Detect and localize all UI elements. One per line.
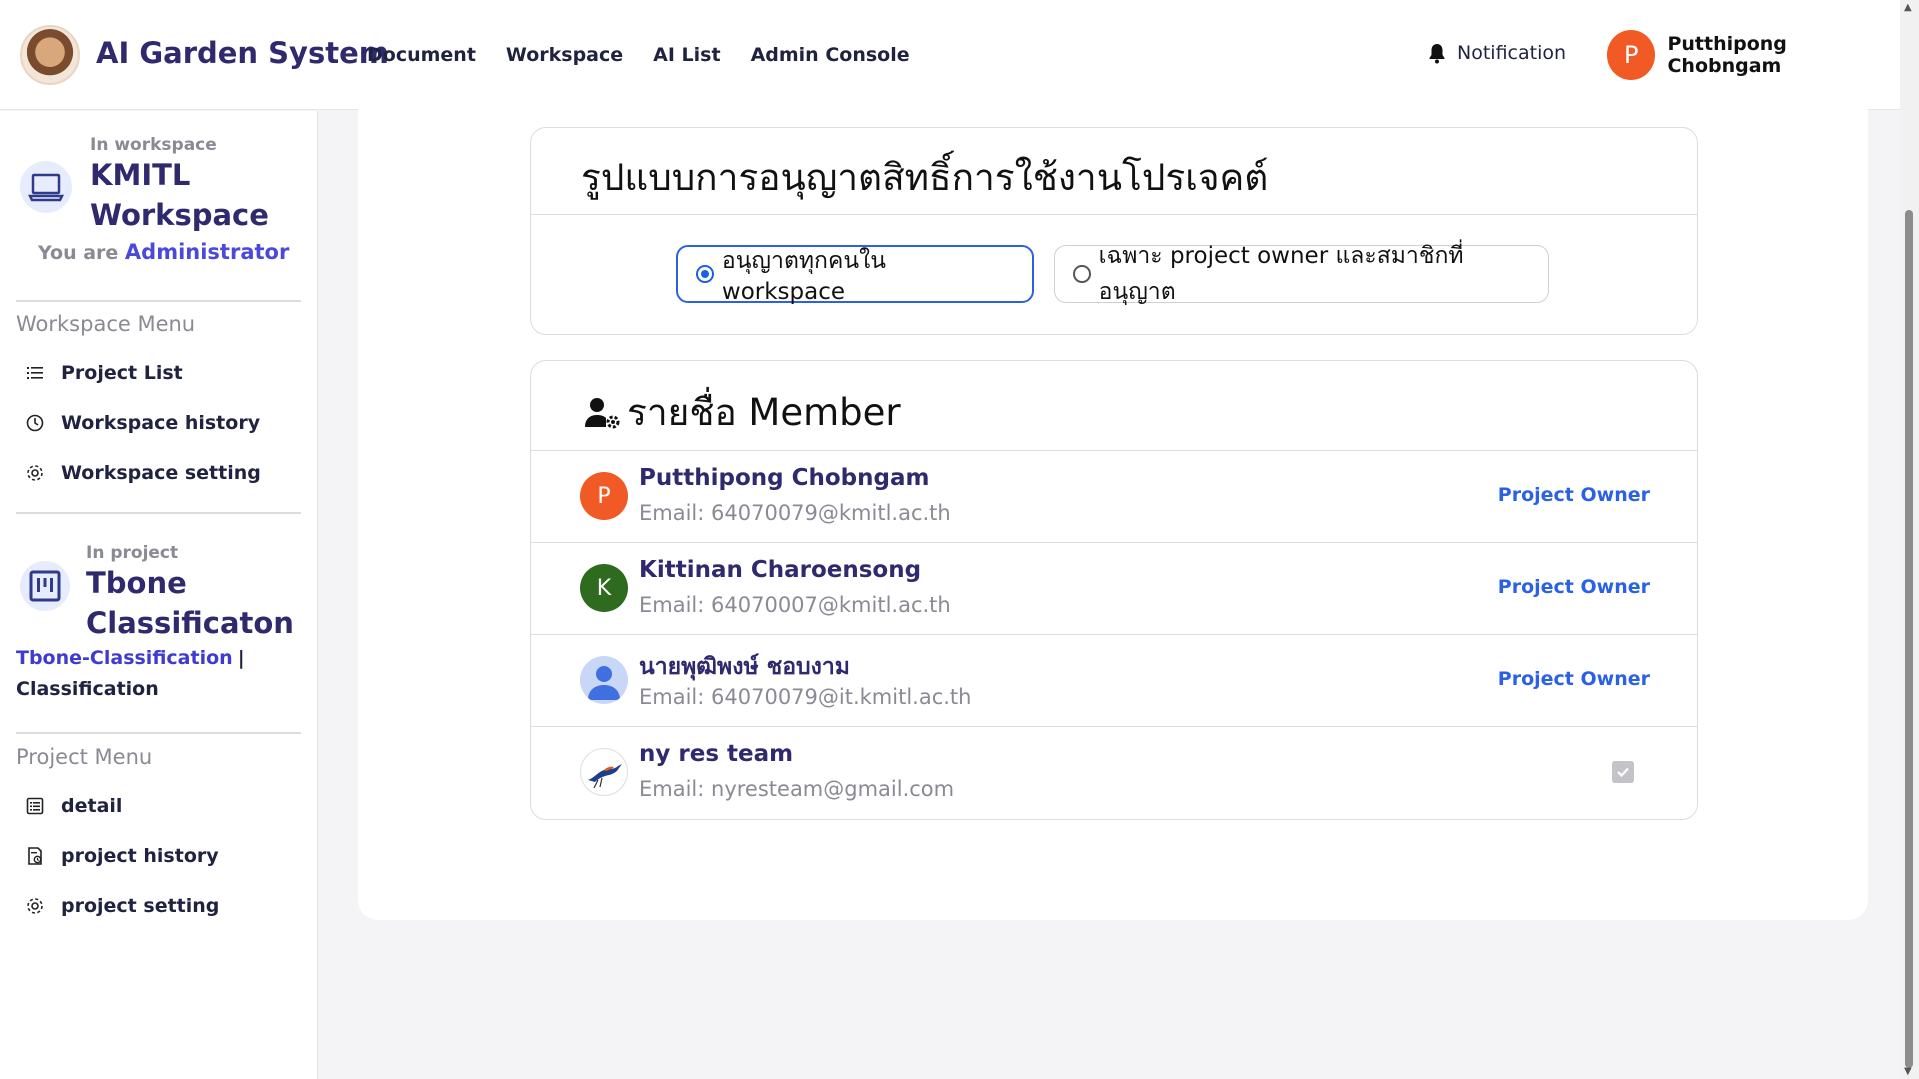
project-type: Classification [16,678,159,700]
nav-ai-list[interactable]: AI List [653,44,720,66]
table-row: P Putthipong Chobngam Email: 64070079@km… [530,450,1698,542]
top-navbar: AI Garden System Document Workspace AI L… [0,0,1900,110]
member-name: นายพุฒิพงษ์ ชอบงาม [639,654,850,680]
member-role[interactable]: Project Owner [1498,484,1650,506]
workspace-caption: In workspace [90,135,217,155]
project-icon [20,561,70,611]
nav-workspace[interactable]: Workspace [506,44,623,66]
members-title: รายชื่อ Member [627,391,901,434]
project-link[interactable]: Tbone-Classification [16,647,233,669]
divider [16,732,301,734]
avatar [580,656,628,704]
permission-option-restricted[interactable]: เฉพาะ project owner และสมาชิกที่อนุญาต [1054,243,1549,305]
sidebar-item-detail[interactable]: detail [25,795,122,817]
member-email: Email: nyresteam@gmail.com [639,777,955,801]
notification-label: Notification [1457,42,1567,64]
default-user-icon [588,666,620,700]
permission-title: รูปแบบการอนุญาตสิทธิ์การใช้งานโปรเจคต์ [581,156,1269,199]
project-caption: In project [86,543,179,563]
bird-icon [588,764,622,789]
scroll-down-icon[interactable]: ▼ [1904,1066,1912,1077]
workspace-menu-title: Workspace Menu [16,312,196,336]
sidebar-item-workspace-setting[interactable]: Workspace setting [25,462,261,484]
user-name[interactable]: Putthipong Chobngam [1667,33,1900,77]
main-nav: Document Workspace AI List Admin Console [367,44,910,66]
radio-unselected[interactable] [1073,265,1091,283]
avatar [580,748,628,796]
table-row: K Kittinan Charoensong Email: 64070007@k… [530,542,1698,634]
workspace-name: KMITL Workspace [90,158,269,232]
table-row: นายพุฒิพงษ์ ชอบงาม Email: 64070079@it.km… [530,634,1698,726]
project-path: Tbone-Classification | Classification [16,647,245,700]
nav-admin-console[interactable]: Admin Console [751,44,910,66]
app-title[interactable]: AI Garden System [96,36,389,70]
list-icon [27,367,43,379]
permission-option-all[interactable]: อนุญาตทุกคนใน workspace [676,245,1034,305]
app-logo[interactable] [20,25,80,85]
user-gear-icon [585,397,620,428]
check-icon [1617,767,1629,778]
sidebar: In workspace KMITL Workspace You are Admi… [0,111,318,1079]
member-role[interactable]: Project Owner [1498,576,1650,598]
gear-icon [27,465,43,481]
project-name: Tbone Classificaton [86,566,294,640]
project-menu-title: Project Menu [16,745,153,769]
sidebar-item-project-history[interactable]: project history [25,845,219,867]
table-row: ny res team Email: nyresteam@gmail.com [530,726,1698,820]
member-name: Kittinan Charoensong [639,557,922,583]
laptop-icon [28,173,64,202]
detail-icon [26,797,44,815]
role-line: You are Administrator [38,240,290,264]
bell-icon [1429,44,1445,64]
members-header: รายชื่อ Member [583,383,901,442]
history-icon [26,414,44,432]
board-icon [29,570,61,602]
member-email: Email: 64070007@kmitl.ac.th [639,593,951,617]
sidebar-item-project-list[interactable]: Project List [25,362,183,384]
file-history-icon [28,847,42,865]
role-badge: Administrator [124,240,290,264]
member-checkbox[interactable] [1612,761,1634,783]
member-name: ny res team [639,741,794,767]
sidebar-item-workspace-history[interactable]: Workspace history [25,412,260,434]
member-name: Putthipong Chobngam [639,465,930,491]
nav-document[interactable]: Document [367,44,476,66]
scrollbar-thumb[interactable] [1905,210,1913,1068]
divider [16,512,301,514]
member-email: Email: 64070079@kmitl.ac.th [639,501,951,525]
member-role[interactable]: Project Owner [1498,668,1650,690]
notification-button[interactable]: Notification [1427,42,1566,64]
avatar[interactable]: P [1607,30,1656,80]
scroll-up-icon[interactable]: ▲ [1904,2,1912,13]
workspace-icon [20,161,72,213]
sidebar-item-project-setting[interactable]: project setting [25,895,219,917]
avatar: P [580,472,628,520]
divider [531,214,1697,215]
avatar: K [580,564,628,612]
gear-icon [27,898,43,914]
user-menu[interactable]: P Putthipong Chobngam [1607,30,1900,80]
divider [16,300,301,302]
member-email: Email: 64070079@it.kmitl.ac.th [639,685,972,709]
radio-selected[interactable] [696,265,714,283]
